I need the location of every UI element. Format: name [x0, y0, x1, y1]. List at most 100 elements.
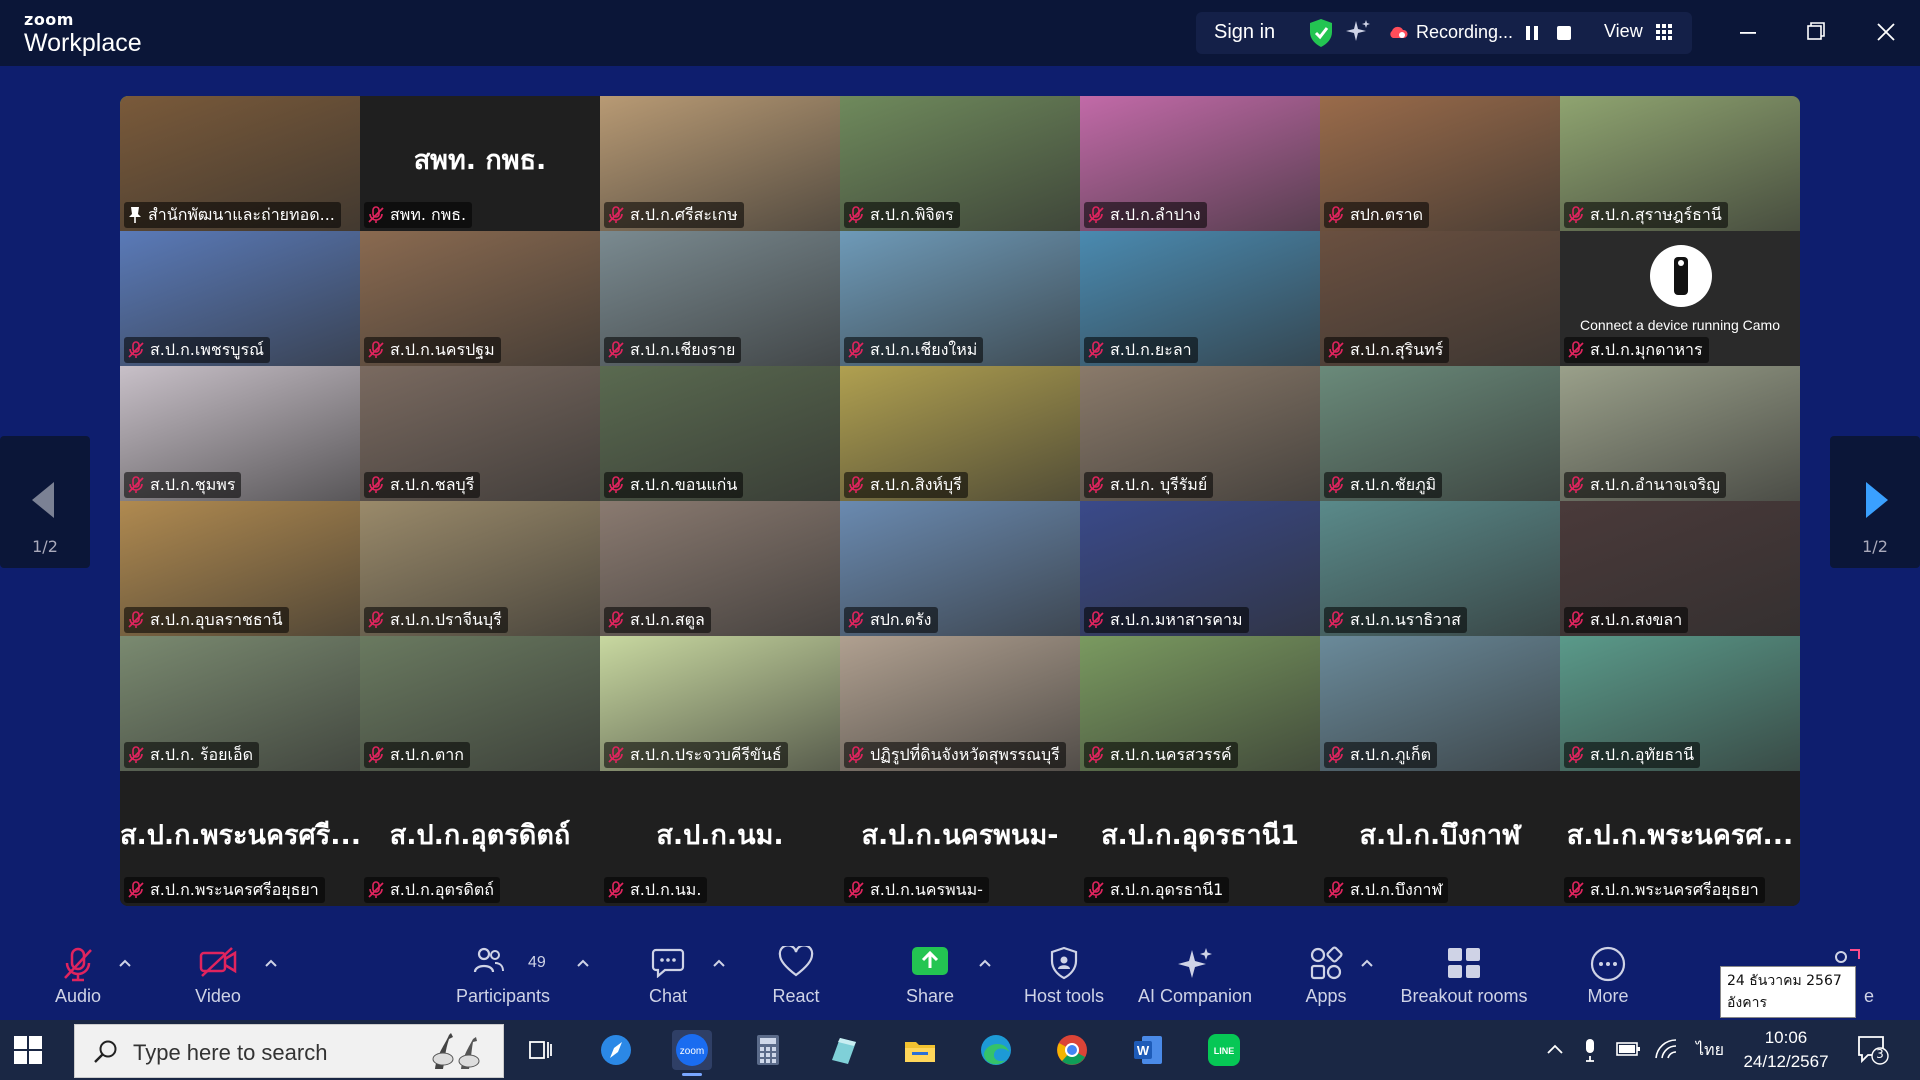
battery-icon[interactable]: [1616, 1040, 1642, 1058]
stop-recording-icon[interactable]: [1550, 18, 1578, 48]
previous-page-button[interactable]: 1/2: [0, 436, 90, 568]
pause-recording-icon[interactable]: [1518, 18, 1546, 48]
participant-tile[interactable]: ส.ป.ก.ลำปาง: [1080, 96, 1320, 231]
participant-tile[interactable]: ส.ป.ก.ชัยภูมิ: [1320, 366, 1560, 501]
restore-icon[interactable]: [1796, 14, 1836, 50]
safari-like-icon[interactable]: [596, 1030, 636, 1070]
share-button[interactable]: Share: [890, 928, 970, 1012]
participant-tile[interactable]: ส.ป.ก.อำนาจเจริญ: [1560, 366, 1800, 501]
view-button[interactable]: View: [1604, 21, 1643, 42]
windows-start-icon[interactable]: [14, 1036, 42, 1064]
participant-tile[interactable]: ส.ป.ก. บุรีรัมย์: [1080, 366, 1320, 501]
participant-tile[interactable]: ส.ป.ก.มหาสารคาม: [1080, 501, 1320, 636]
share-screen-icon: [912, 947, 948, 975]
participant-tile[interactable]: ส.ป.ก.อุทัยธานี: [1560, 636, 1800, 771]
input-language[interactable]: ไทย: [1696, 1038, 1724, 1063]
participant-tile[interactable]: สำนักพัฒนาและถ่ายทอด...: [120, 96, 360, 231]
grid-view-icon[interactable]: [1656, 24, 1672, 40]
system-clock[interactable]: 10:06 24/12/2567: [1740, 1026, 1832, 1074]
participant-tile[interactable]: ส.ป.ก.อุตรดิตถ์ ส.ป.ก.อุตรดิตถ์: [360, 771, 600, 906]
participant-tile[interactable]: ส.ป.ก.นครสวรรค์: [1080, 636, 1320, 771]
ai-companion-button[interactable]: AI Companion: [1130, 928, 1260, 1012]
notification-center-button[interactable]: 3: [1856, 1034, 1890, 1066]
participant-tile[interactable]: ส.ป.ก.เพชรบูรณ์: [120, 231, 360, 366]
heart-icon: [778, 946, 814, 977]
share-options-caret-icon[interactable]: [978, 958, 992, 968]
participant-tile[interactable]: ส.ป.ก.ชลบุรี: [360, 366, 600, 501]
page-indicator-right: 1/2: [1862, 537, 1888, 556]
participant-tile[interactable]: ส.ป.ก.นครปฐม: [360, 231, 600, 366]
participant-tile[interactable]: ส.ป.ก.พระนครศ... ส.ป.ก.พระนครศรีอยุธยา: [1560, 771, 1800, 906]
participant-tile[interactable]: ส.ป.ก.สิงห์บุรี: [840, 366, 1080, 501]
ai-sparkle-icon[interactable]: [1344, 18, 1372, 46]
participant-tile[interactable]: ส.ป.ก.นม. ส.ป.ก.นม.: [600, 771, 840, 906]
participants-button[interactable]: 49 Participants: [448, 928, 558, 1012]
chat-options-caret-icon[interactable]: [712, 958, 726, 968]
participant-tile[interactable]: ส.ป.ก.ยะลา: [1080, 231, 1320, 366]
participant-tile[interactable]: ส.ป.ก.พระนครศรี... ส.ป.ก.พระนครศรีอยุธยา: [120, 771, 360, 906]
sign-in-button[interactable]: Sign in: [1214, 21, 1275, 44]
apps-options-caret-icon[interactable]: [1360, 958, 1374, 968]
participant-tile[interactable]: ส.ป.ก.สงขลา: [1560, 501, 1800, 636]
mic-muted-icon: [128, 746, 144, 763]
host-tools-button[interactable]: Host tools: [1012, 928, 1116, 1012]
video-button[interactable]: Video: [178, 928, 258, 1012]
participant-tile[interactable]: ส.ป.ก.สตูล: [600, 501, 840, 636]
audio-button[interactable]: Audio: [38, 928, 118, 1012]
participant-name: ส.ป.ก.ชัยภูมิ: [1350, 475, 1437, 494]
participant-tile[interactable]: ส.ป.ก.เชียงราย: [600, 231, 840, 366]
participant-tile[interactable]: ส.ป.ก.อุดรธานี1 ส.ป.ก.อุดรธานี1: [1080, 771, 1320, 906]
participant-tile[interactable]: ส.ป.ก.นราธิวาส: [1320, 501, 1560, 636]
apps-button[interactable]: Apps: [1286, 928, 1366, 1012]
participant-tile[interactable]: ส.ป.ก.พิจิตร: [840, 96, 1080, 231]
chrome-browser-icon[interactable]: [1052, 1030, 1092, 1070]
file-explorer-icon[interactable]: [900, 1030, 940, 1070]
breakout-rooms-button[interactable]: Breakout rooms: [1392, 928, 1536, 1012]
participant-tile[interactable]: ส.ป.ก.ภูเก็ต: [1320, 636, 1560, 771]
wifi-icon[interactable]: [1654, 1038, 1678, 1060]
participant-tile[interactable]: สปก.ตรัง: [840, 501, 1080, 636]
zoom-taskbar-icon[interactable]: zoom: [672, 1030, 712, 1076]
react-button[interactable]: React: [756, 928, 836, 1012]
participant-tile[interactable]: ส.ป.ก.นครพนม- ส.ป.ก.นครพนม-: [840, 771, 1080, 906]
participant-tile[interactable]: ส.ป.ก.ชุมพร: [120, 366, 360, 501]
next-page-button[interactable]: 1/2: [1830, 436, 1920, 568]
participant-tile[interactable]: ส.ป.ก.ประจวบคีรีขันธ์: [600, 636, 840, 771]
audio-label: Audio: [54, 986, 102, 1006]
notes-app-icon[interactable]: [824, 1030, 864, 1070]
close-icon[interactable]: [1866, 14, 1906, 50]
audio-options-caret-icon[interactable]: [118, 958, 132, 968]
participant-tile[interactable]: ส.ป.ก.เชียงใหม่: [840, 231, 1080, 366]
video-options-caret-icon[interactable]: [264, 958, 278, 968]
taskbar-search-box[interactable]: Type here to search: [74, 1024, 504, 1078]
participant-tile[interactable]: สพท. กพธ. สพท. กพธ.: [360, 96, 600, 231]
microphone-tray-icon[interactable]: [1582, 1038, 1598, 1062]
participant-tile[interactable]: ส.ป.ก.สุราษฎร์ธานี: [1560, 96, 1800, 231]
minimize-icon[interactable]: [1728, 14, 1768, 50]
participant-name-label: ส.ป.ก.มหาสารคาม: [1084, 607, 1249, 633]
participant-tile[interactable]: ส.ป.ก.อุบลราชธานี: [120, 501, 360, 636]
participant-tile[interactable]: ส.ป.ก. ร้อยเอ็ด: [120, 636, 360, 771]
participant-tile[interactable]: ส.ป.ก.บึงกาฬ ส.ป.ก.บึงกาฬ: [1320, 771, 1560, 906]
participant-tile[interactable]: ส.ป.ก.สุรินทร์: [1320, 231, 1560, 366]
show-hidden-icons-chevron-icon[interactable]: [1546, 1042, 1564, 1056]
participant-tile[interactable]: ส.ป.ก.ปราจีนบุรี: [360, 501, 600, 636]
more-button[interactable]: More: [1568, 928, 1648, 1012]
participant-name-label: ส.ป.ก.ตาก: [364, 742, 470, 768]
calculator-icon[interactable]: [748, 1030, 788, 1070]
chat-button[interactable]: Chat: [628, 928, 708, 1012]
participant-tile[interactable]: Connect a device running Camo ส.ป.ก.มุกดา…: [1560, 231, 1800, 366]
encryption-shield-icon[interactable]: [1308, 18, 1334, 48]
line-app-icon[interactable]: LINE: [1204, 1030, 1244, 1070]
word-app-icon[interactable]: W: [1128, 1030, 1168, 1070]
participants-options-caret-icon[interactable]: [576, 958, 590, 968]
edge-browser-icon[interactable]: [976, 1030, 1016, 1070]
participant-tile[interactable]: ส.ป.ก.ขอนแก่น: [600, 366, 840, 501]
participant-tile[interactable]: ปฏิรูปที่ดินจังหวัดสุพรรณบุรี: [840, 636, 1080, 771]
participant-tile[interactable]: ส.ป.ก.ศรีสะเกษ: [600, 96, 840, 231]
participant-name-label: ปฏิรูปที่ดินจังหวัดสุพรรณบุรี: [844, 742, 1066, 768]
task-view-icon[interactable]: [520, 1030, 560, 1070]
mic-muted-icon: [368, 476, 384, 493]
participant-tile[interactable]: ส.ป.ก.ตาก: [360, 636, 600, 771]
participant-tile[interactable]: สปก.ตราด: [1320, 96, 1560, 231]
